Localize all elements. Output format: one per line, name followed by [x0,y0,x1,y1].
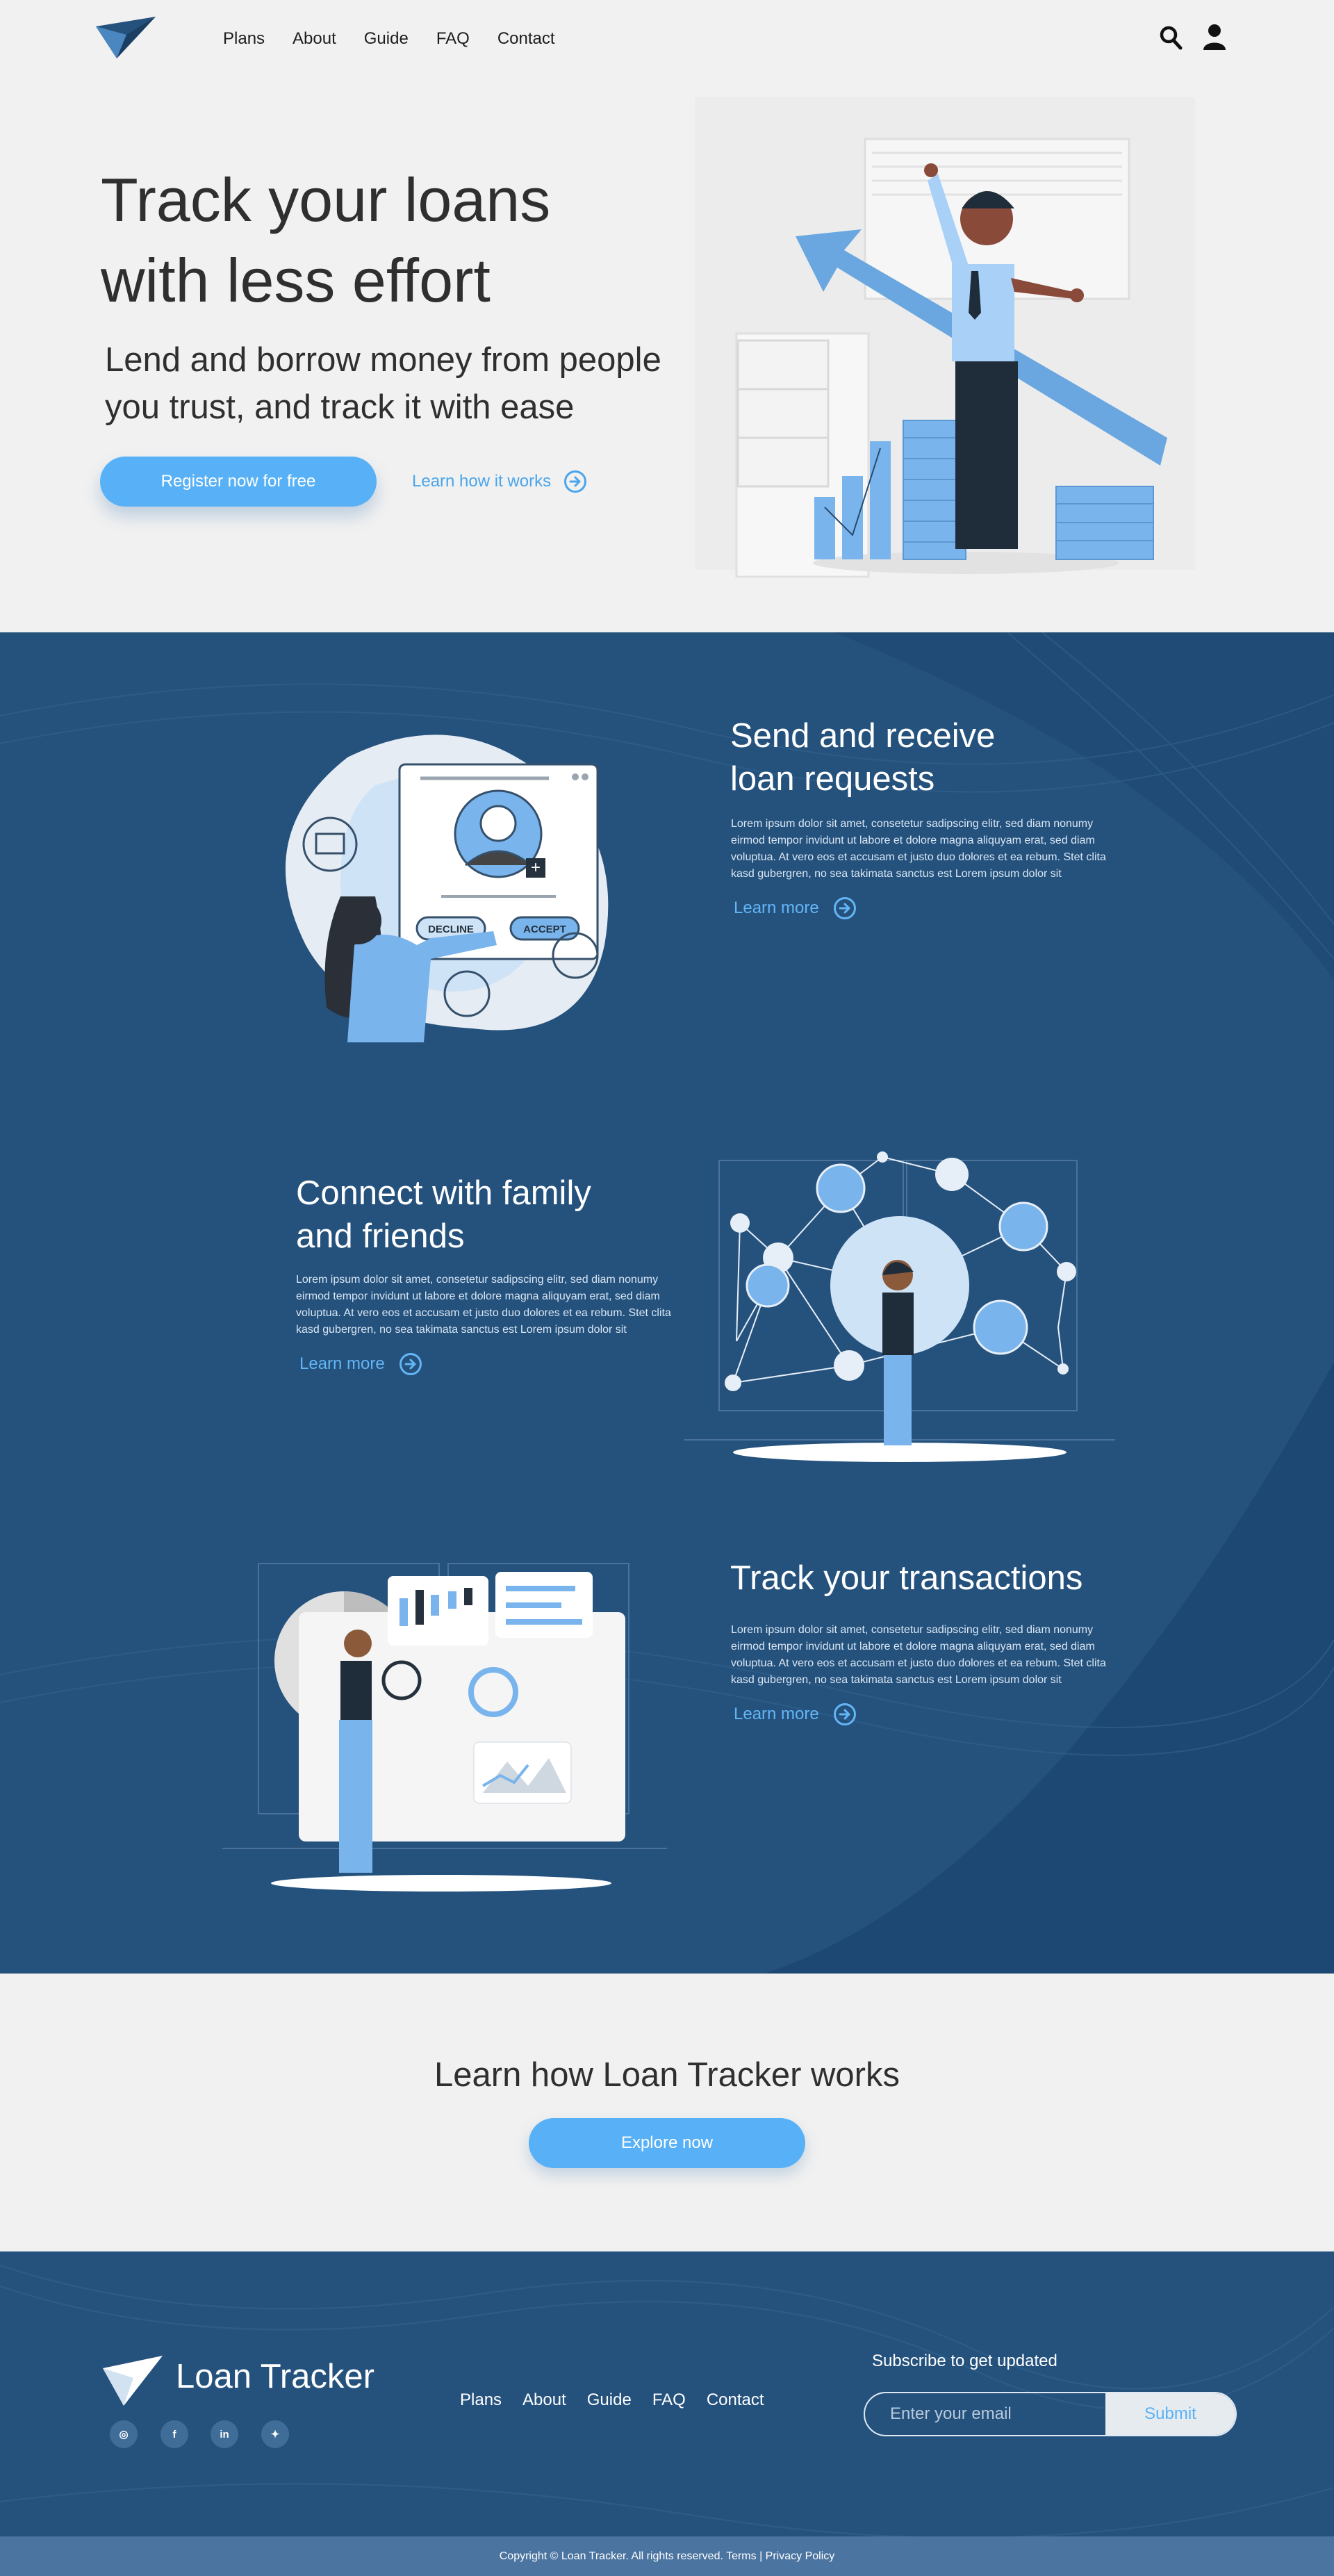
feature-title-line: loan requests [730,760,935,798]
user-icon[interactable] [1203,24,1226,50]
site-header: Plans About Guide FAQ Contact [0,0,1334,78]
feature-title-connect: Connect with family and friends [296,1172,591,1258]
hero-illustration [695,97,1195,578]
arrow-circle-icon [833,1703,856,1725]
loan-request-illustration: + DECLINE ACCEPT [285,735,609,1042]
learn-more-label: Learn more [734,899,819,917]
feature-title-line: Connect with family [296,1174,591,1212]
feature-title-line: Track your transactions [730,1559,1083,1597]
learn-section-title: Learn how Loan Tracker works [434,2056,900,2094]
hero-title-line1: Track your loans [101,165,551,234]
feature-title-line: and friends [296,1217,465,1255]
hero-title-line2: with less effort [101,246,491,315]
footer-nav-guide[interactable]: Guide [587,2390,632,2410]
copyright-bar: Copyright © Loan Tracker. All rights res… [0,2536,1334,2576]
transactions-illustration [222,1563,667,1892]
arrow-circle-icon [399,1353,422,1375]
hero-subtitle-line2: you trust, and track it with ease [105,388,575,426]
decline-label: DECLINE [428,924,474,935]
footer-nav-contact[interactable]: Contact [707,2390,764,2410]
subscribe-form: Submit [864,2392,1237,2436]
linkedin-icon[interactable]: in [211,2420,238,2448]
nav-faq[interactable]: FAQ [436,28,470,50]
search-icon[interactable] [1159,25,1183,50]
feature-body-transactions: Lorem ipsum dolor sit amet, consetetur s… [731,1624,1106,1686]
nav-plans[interactable]: Plans [223,28,265,50]
feature-title-line: Send and receive [730,717,996,755]
submit-button[interactable]: Submit [1105,2393,1235,2435]
learn-how-link[interactable]: Learn how it works [412,470,587,493]
nav-contact[interactable]: Contact [497,28,555,50]
instagram-icon[interactable]: ◎ [110,2420,138,2448]
twitter-icon[interactable]: ✦ [261,2420,289,2448]
learn-more-label: Learn more [734,1705,819,1723]
hero-title: Track your loans with less effort [101,160,726,321]
learn-how-label: Learn how it works [412,472,552,491]
footer-nav: Plans About Guide FAQ Contact [460,2390,785,2410]
nav-about[interactable]: About [293,28,336,50]
arrow-circle-icon [564,470,587,493]
learn-more-label: Learn more [299,1354,385,1373]
main-nav: Plans About Guide FAQ Contact [223,28,583,50]
facebook-icon[interactable]: f [160,2420,188,2448]
learn-more-transactions-link[interactable]: Learn more [734,1703,857,1726]
footer-logo-icon[interactable] [103,2356,163,2406]
feature-title-transactions: Track your transactions [730,1557,1082,1600]
explore-button[interactable]: Explore now [529,2118,805,2168]
register-button[interactable]: Register now for free [100,457,377,507]
hero-subtitle: Lend and borrow money from people you tr… [105,336,730,431]
footer-nav-faq[interactable]: FAQ [652,2390,686,2410]
accept-label: ACCEPT [523,924,566,935]
feature-body-connect: Lorem ipsum dolor sit amet, consetetur s… [296,1274,671,1336]
footer-brand-name: Loan Tracker [176,2358,374,2395]
svg-text:+: + [531,858,541,877]
email-input[interactable] [865,2393,1105,2435]
logo-icon[interactable] [96,17,156,58]
copyright-text: Copyright © Loan Tracker. All rights res… [499,2550,835,2562]
feature-body-requests: Lorem ipsum dolor sit amet, consetetur s… [731,818,1106,880]
footer-nav-plans[interactable]: Plans [460,2390,502,2410]
subscribe-label: Subscribe to get updated [872,2352,1057,2370]
learn-more-connect-link[interactable]: Learn more [299,1352,422,1376]
learn-more-requests-link[interactable]: Learn more [734,896,857,920]
nav-guide[interactable]: Guide [364,28,409,50]
site-footer: Loan Tracker ◎ f in ✦ Plans About Guide … [0,2251,1334,2536]
footer-nav-about[interactable]: About [522,2390,566,2410]
arrow-circle-icon [833,897,856,919]
feature-title-requests: Send and receive loan requests [730,714,995,801]
features-section: + DECLINE ACCEPT Send and receive loan r… [0,632,1334,1974]
hero-subtitle-line1: Lend and borrow money from people [105,341,661,379]
network-illustration [684,1151,1115,1462]
